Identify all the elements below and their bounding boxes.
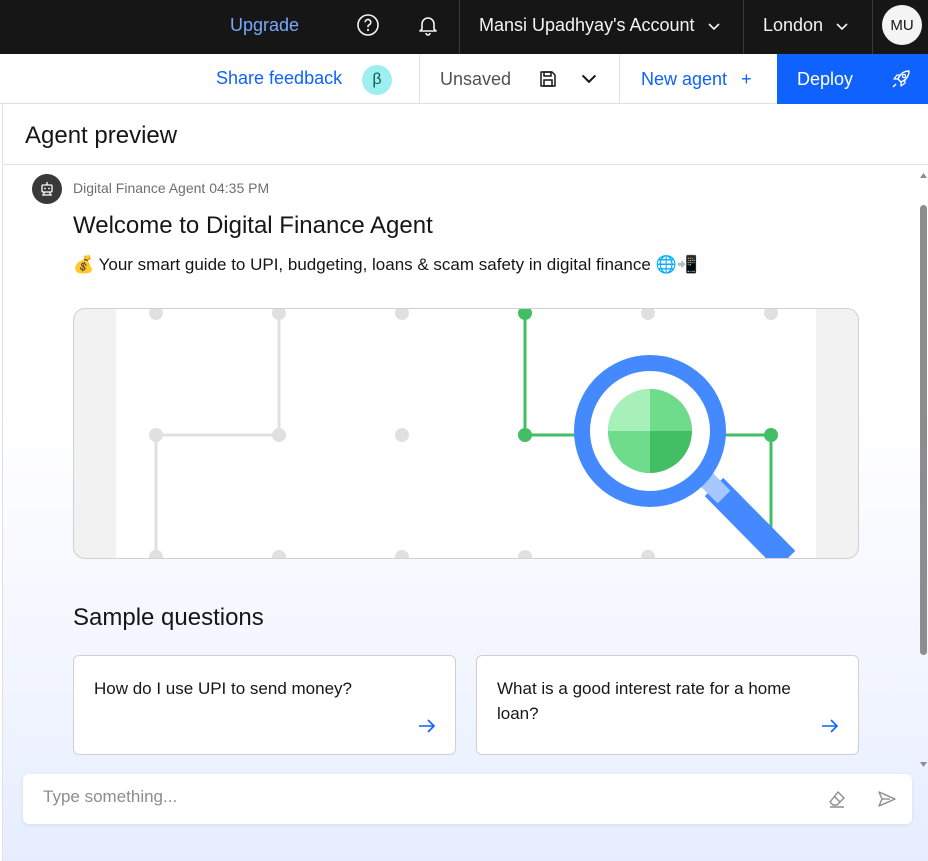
divider [619, 54, 620, 104]
save-icon[interactable] [538, 69, 558, 89]
welcome-illustration [73, 308, 859, 559]
upgrade-link[interactable]: Upgrade [230, 15, 299, 36]
robot-icon [41, 182, 53, 196]
chevron-down-icon [836, 22, 848, 30]
sample-question-text: How do I use UPI to send money? [94, 679, 352, 698]
arrow-right-icon [820, 716, 840, 736]
region-switcher[interactable]: London [763, 15, 849, 36]
divider [419, 54, 420, 104]
help-icon[interactable] [355, 12, 381, 38]
chat-scrollbar[interactable] [919, 170, 928, 770]
divider [872, 0, 873, 54]
user-avatar[interactable]: MU [882, 5, 922, 45]
divider [743, 0, 744, 54]
share-feedback-link[interactable]: Share feedback [216, 68, 342, 89]
account-label: Mansi Upadhyay's Account [479, 15, 695, 35]
panel-title: Agent preview [25, 122, 178, 149]
agent-toolbar: Share feedback β Unsaved New agent + Dep… [0, 54, 928, 104]
unsaved-status: Unsaved [440, 69, 512, 89]
new-agent-button[interactable]: New agent + [641, 69, 752, 90]
deploy-button[interactable]: Deploy [777, 54, 928, 104]
save-options-chevron-icon[interactable] [580, 69, 600, 89]
send-icon[interactable] [876, 788, 898, 810]
welcome-title: Welcome to Digital Finance Agent [73, 212, 433, 239]
welcome-subtitle: 💰 Your smart guide to UPI, budgeting, lo… [73, 255, 698, 274]
sample-question-card[interactable]: What is a good interest rate for a home … [476, 655, 859, 755]
bell-icon[interactable] [415, 12, 441, 38]
scroll-thumb[interactable] [920, 205, 927, 655]
sample-question-card[interactable]: How do I use UPI to send money? [73, 655, 456, 755]
chevron-down-icon [707, 22, 720, 30]
divider [3, 164, 928, 165]
arrow-right-icon [417, 716, 437, 736]
rocket-icon [890, 68, 912, 95]
deploy-label: Deploy [797, 69, 854, 89]
eraser-icon[interactable] [826, 788, 848, 810]
sample-question-text: What is a good interest rate for a home … [497, 679, 791, 723]
account-switcher[interactable]: Mansi Upadhyay's Account [479, 15, 721, 36]
message-composer [23, 774, 912, 824]
message-meta: Digital Finance Agent 04:35 PM [73, 180, 270, 196]
new-agent-label: New agent [641, 69, 728, 89]
beta-badge: β [362, 65, 392, 95]
message-input[interactable] [43, 787, 803, 807]
region-label: London [763, 15, 824, 35]
divider [459, 0, 460, 54]
scroll-down-icon[interactable] [920, 760, 927, 768]
scroll-up-icon[interactable] [920, 172, 927, 180]
top-navigation-bar: Upgrade Mansi Upadhyay's Account London … [0, 0, 928, 54]
agent-avatar [32, 174, 62, 204]
sample-questions-title: Sample questions [73, 604, 264, 631]
plus-icon: + [741, 69, 752, 89]
